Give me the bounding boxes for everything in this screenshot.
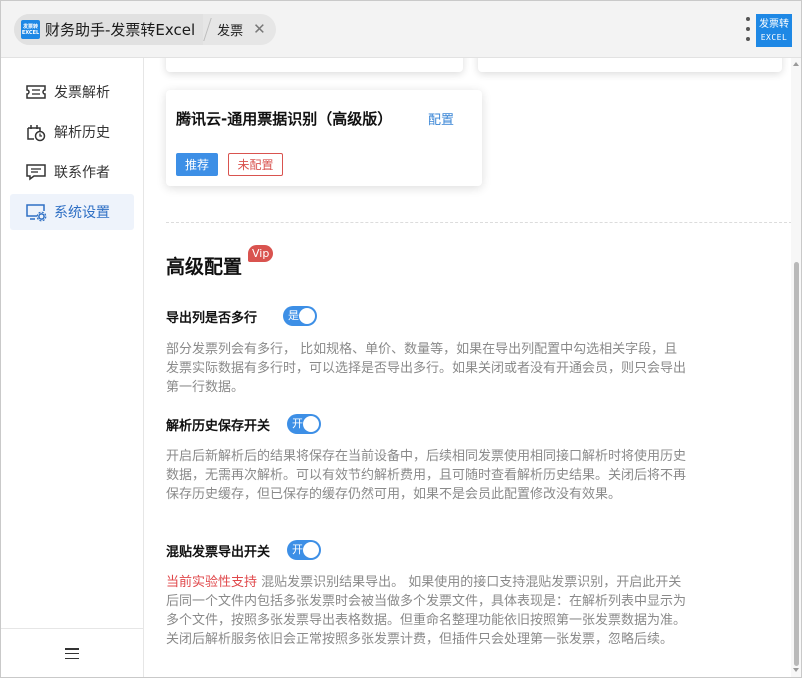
tab-strip: 发票转 EXCEL 财务助手-发票转Excel 发票 ✕	[14, 14, 276, 45]
history-toggle[interactable]: 开	[287, 414, 321, 434]
option-label-history: 解析历史保存开关	[166, 419, 271, 434]
toggle-knob	[303, 542, 319, 558]
scroll-up-icon[interactable]	[793, 62, 799, 66]
brand-logo-text-1: 发票转	[759, 18, 789, 30]
multiline-toggle[interactable]: 是	[283, 306, 317, 326]
settings-monitor-icon	[26, 204, 47, 222]
experimental-note: 当前实验性支持	[166, 575, 258, 590]
hamburger-icon[interactable]	[65, 648, 79, 659]
tab-app[interactable]: 发票转 EXCEL 财务助手-发票转Excel	[14, 14, 204, 45]
toggle-knob	[303, 416, 319, 432]
sidebar-item-label: 发票解析	[54, 85, 110, 101]
toggle-knob	[299, 308, 315, 324]
service-card: 腾讯云-通用票据识别（高级版） 配置 推荐 未配置	[166, 90, 482, 186]
vertical-scrollbar[interactable]	[791, 58, 801, 677]
tab-invoice-label: 发票	[217, 24, 244, 39]
status-badge: 未配置	[228, 153, 283, 176]
option-description: 部分发票列会有多行， 比如规格、单价、数量等，如果在导出列配置中勾选相关字段，且…	[166, 342, 687, 395]
sidebar-item-history[interactable]: 解析历史	[10, 114, 134, 150]
config-link[interactable]: 配置	[428, 109, 454, 128]
option-label-multiline: 导出列是否多行	[166, 311, 258, 326]
close-icon[interactable]: ✕	[253, 22, 266, 37]
tab-separator	[203, 14, 213, 45]
chat-icon	[26, 164, 46, 181]
sidebar-item-label: 解析历史	[54, 125, 110, 141]
toggle-text: 开	[292, 543, 303, 556]
app-logo-text-2: EXCEL	[21, 29, 40, 36]
section-title: 高级配置	[166, 256, 243, 278]
sidebar-item-invoice-parse[interactable]: 发票解析	[10, 74, 134, 110]
sidebar-footer	[1, 628, 143, 677]
option-description: 开启后新解析后的结果将保存在当前设备中，后续相同发票使用相同接口解析时将使用历史…	[166, 449, 687, 502]
more-vertical-icon[interactable]	[745, 17, 751, 41]
section-divider	[166, 222, 791, 223]
option-label-mixed: 混贴发票导出开关	[166, 545, 271, 560]
sidebar-item-contact[interactable]: 联系作者	[10, 154, 134, 190]
scroll-down-icon[interactable]	[793, 668, 799, 672]
mixed-invoice-toggle[interactable]: 开	[287, 540, 321, 560]
app-title: 财务助手-发票转Excel	[45, 21, 196, 39]
sidebar-item-label: 联系作者	[54, 165, 110, 181]
sidebar: 发票解析 解析历史 联系作者 系统设置	[1, 58, 144, 677]
app-logo-icon: 发票转 EXCEL	[21, 20, 40, 39]
recommended-tag: 推荐	[176, 153, 218, 176]
service-card-partial	[166, 58, 463, 72]
vip-badge: Vip	[248, 245, 274, 262]
sidebar-item-settings[interactable]: 系统设置	[10, 194, 134, 230]
service-card-title: 腾讯云-通用票据识别（高级版）	[176, 110, 393, 128]
toggle-text: 开	[292, 417, 303, 430]
service-card-partial	[478, 58, 782, 72]
tab-invoice[interactable]: 发票 ✕	[213, 14, 266, 45]
ticket-icon	[26, 85, 46, 99]
title-bar: 发票转 EXCEL 财务助手-发票转Excel 发票 ✕ 发票转 EXCEL	[1, 1, 801, 58]
brand-logo-text-2: EXCEL	[760, 32, 788, 42]
app-window: 发票转 EXCEL 财务助手-发票转Excel 发票 ✕ 发票转 EXCEL 发…	[0, 0, 802, 678]
history-icon	[27, 125, 46, 142]
sidebar-item-label: 系统设置	[54, 205, 110, 221]
brand-logo-icon: 发票转 EXCEL	[756, 14, 792, 47]
scroll-thumb[interactable]	[794, 262, 799, 666]
toggle-text: 是	[288, 309, 299, 322]
option-description: 当前实验性支持 混贴发票识别结果导出。 如果使用的接口支持混贴发票识别，开启此开…	[166, 573, 689, 649]
settings-content: 腾讯云-通用票据识别（高级版） 配置 推荐 未配置 高级配置 Vip 导出列是否…	[145, 58, 791, 677]
